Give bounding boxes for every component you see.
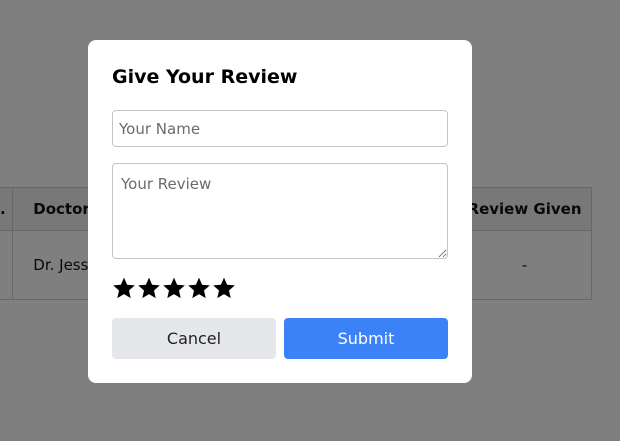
modal-title: Give Your Review bbox=[112, 66, 298, 88]
star-icon[interactable] bbox=[112, 276, 136, 300]
star-icon[interactable] bbox=[137, 276, 161, 300]
name-input[interactable] bbox=[112, 110, 448, 147]
star-rating bbox=[112, 276, 236, 302]
submit-button[interactable]: Submit bbox=[284, 318, 448, 359]
star-icon[interactable] bbox=[162, 276, 186, 300]
cancel-button[interactable]: Cancel bbox=[112, 318, 276, 359]
star-icon[interactable] bbox=[187, 276, 211, 300]
review-textarea[interactable] bbox=[112, 163, 448, 259]
review-modal: Give Your Review Cancel Submit bbox=[88, 40, 472, 383]
star-icon[interactable] bbox=[212, 276, 236, 300]
